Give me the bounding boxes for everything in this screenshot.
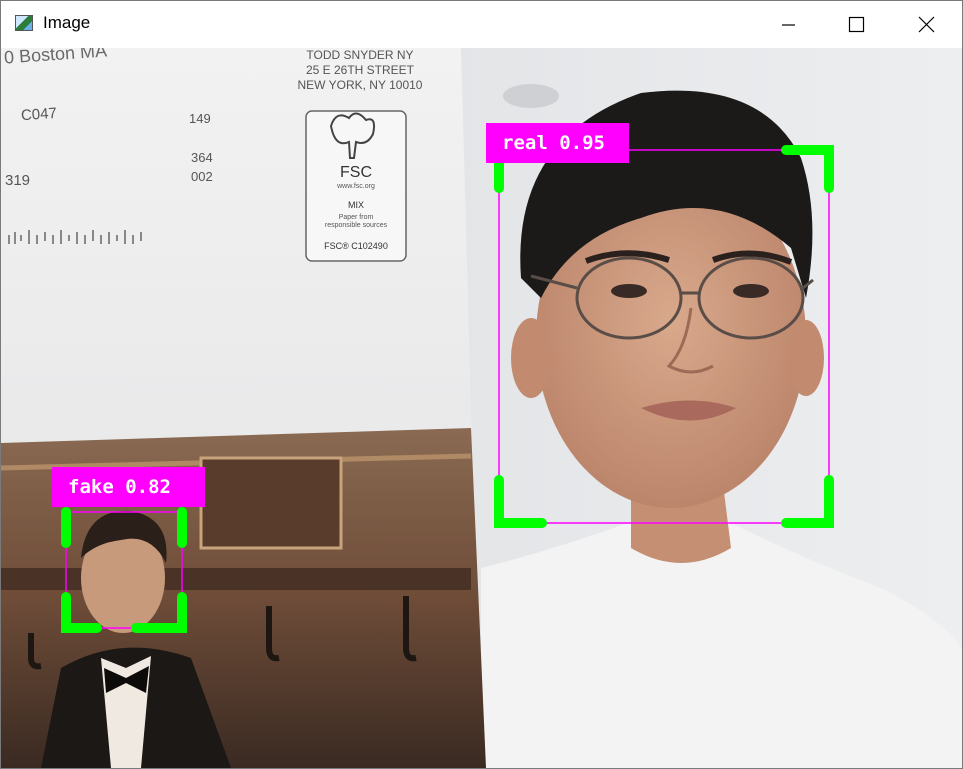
- address-line: 25 E 26TH STREET: [305, 63, 415, 77]
- minimize-icon: [782, 24, 795, 26]
- close-button[interactable]: [903, 1, 949, 48]
- maximize-button[interactable]: [833, 1, 879, 48]
- paper-number: 002: [191, 169, 213, 184]
- fsc-title: FSC: [340, 164, 372, 181]
- person-eye: [611, 284, 647, 298]
- paper-number: 319: [5, 172, 31, 189]
- address-line: TODD SNYDER NY: [306, 48, 414, 62]
- fsc-mix: MIX: [347, 200, 364, 210]
- photo-shelf: [1, 568, 471, 590]
- photo-frame: [199, 456, 343, 550]
- fsc-code: FSC® C102490: [324, 241, 388, 251]
- fsc-paper: Paper from responsible sources: [324, 214, 388, 229]
- window-title: Image: [43, 13, 91, 32]
- image-window: Image 0 Boston MA TODD SNYDER NY 25 E 26…: [0, 0, 963, 769]
- camera-frame: 0 Boston MA TODD SNYDER NY 25 E 26TH STR…: [1, 48, 962, 768]
- title-bar[interactable]: Image: [1, 1, 962, 48]
- address-line: NEW YORK, NY 10010: [297, 78, 423, 92]
- fsc-url: www.fsc.org: [337, 183, 375, 190]
- minimize-button[interactable]: [765, 1, 811, 48]
- person-ear: [511, 318, 551, 398]
- real-face-label: real 0.95: [486, 123, 629, 163]
- paper-address: TODD SNYDER NY 25 E 26TH STREET NEW YORK…: [295, 48, 425, 93]
- camera-scene: [1, 48, 962, 768]
- maximize-icon: [848, 16, 865, 33]
- person-ear: [788, 320, 824, 396]
- person-eye: [733, 284, 769, 298]
- wall-fixture: [503, 84, 559, 108]
- paper-number: 149: [189, 111, 211, 126]
- close-icon: [918, 16, 935, 33]
- image-window-icon: [15, 15, 33, 31]
- paper-number: 364: [191, 150, 213, 165]
- fake-face-label: fake 0.82: [52, 467, 205, 507]
- paper-code: C047: [20, 104, 58, 125]
